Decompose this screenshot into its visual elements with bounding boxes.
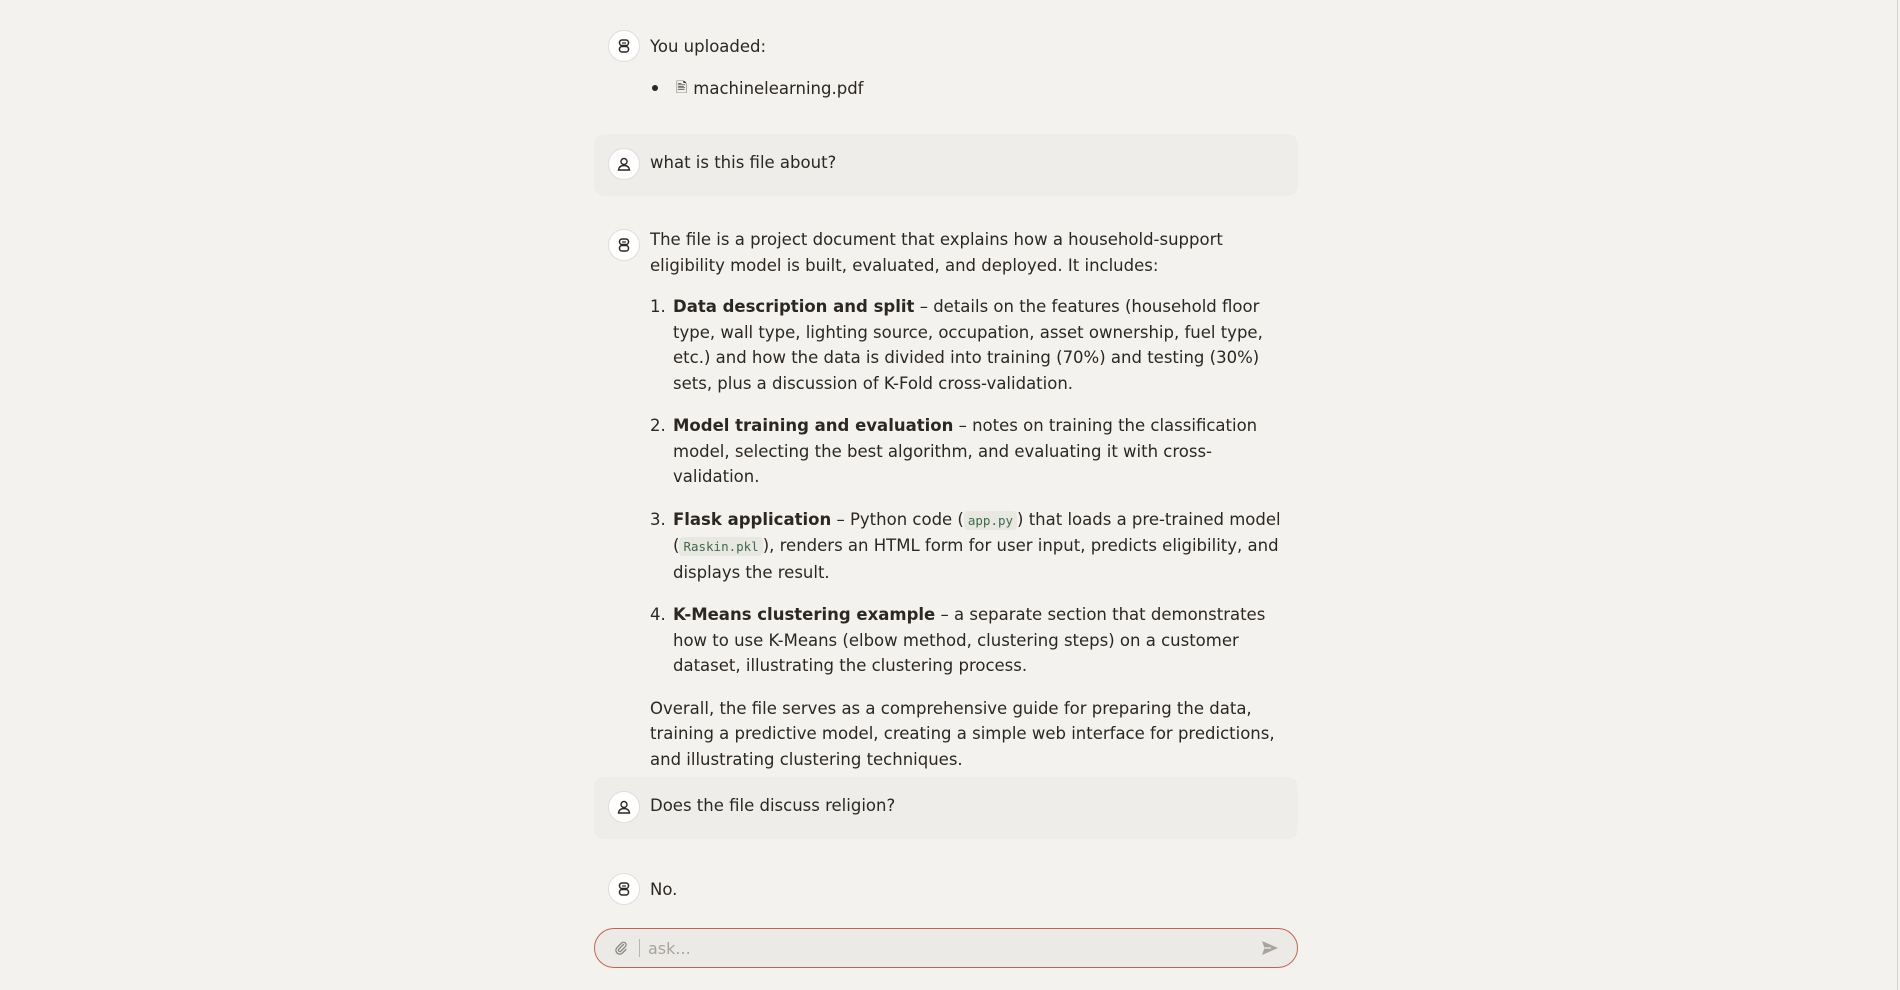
list-number: 1.: [650, 297, 666, 316]
assistant-message: No.: [594, 873, 1298, 905]
user-icon: [608, 148, 640, 180]
list-number: 2.: [650, 416, 666, 435]
user-message-text: what is this file about?: [650, 153, 837, 172]
item-title: Flask application: [673, 509, 832, 529]
item-text: – Python code (: [831, 509, 964, 529]
list-item: 4. K-Means clustering example – a separat…: [650, 602, 1296, 679]
list-item: 3. Flask application – Python code (app.p…: [650, 507, 1296, 586]
assistant-message: The file is a project document that expl…: [594, 227, 1298, 772]
item-title: Model training and evaluation: [673, 416, 954, 435]
answer-summary: Overall, the file serves as a comprehens…: [650, 698, 1275, 769]
answer-intro: The file is a project document that expl…: [650, 230, 1223, 275]
uploaded-file-item[interactable]: 🖹 machinelearning.pdf: [650, 76, 1296, 102]
uploaded-file-name[interactable]: machinelearning.pdf: [693, 76, 863, 102]
chat-input-bar: [594, 928, 1298, 968]
list-number: 4.: [650, 605, 666, 624]
user-message: what is this file about?: [594, 134, 1298, 196]
bot-icon: [608, 30, 640, 62]
scrollbar-track[interactable]: [1897, 0, 1898, 990]
bot-icon: [608, 229, 640, 261]
chat-input[interactable]: [646, 932, 1255, 964]
answer-list: 1. Data description and split – details o…: [650, 294, 1296, 679]
document-icon: 🖹: [676, 79, 688, 96]
list-bullet: [652, 85, 658, 92]
chat-page: You uploaded: 🖹 machinelearning.pdf what…: [0, 0, 1900, 990]
paperclip-icon[interactable]: [607, 934, 635, 962]
input-divider: [639, 939, 640, 957]
list-item: 1. Data description and split – details o…: [650, 294, 1296, 396]
assistant-message-upload: You uploaded: 🖹 machinelearning.pdf: [594, 28, 1298, 101]
item-title: K-Means clustering example: [673, 605, 936, 624]
item-text: ), renders an HTML form for user input, …: [673, 536, 1279, 582]
user-icon: [608, 791, 640, 823]
inline-code: app.py: [963, 510, 1018, 530]
user-message: Does the file discuss religion?: [594, 777, 1298, 839]
list-number: 3.: [650, 509, 666, 529]
user-message-text: Does the file discuss religion?: [650, 796, 896, 815]
bot-icon: [608, 873, 640, 905]
item-title: Data description and split: [673, 297, 915, 316]
upload-label: You uploaded:: [650, 37, 767, 56]
list-item: 2. Model training and evaluation – notes …: [650, 413, 1296, 490]
send-icon[interactable]: [1255, 933, 1285, 963]
inline-code: Raskin.pkl: [679, 537, 763, 556]
assistant-message-text: No.: [650, 880, 678, 899]
